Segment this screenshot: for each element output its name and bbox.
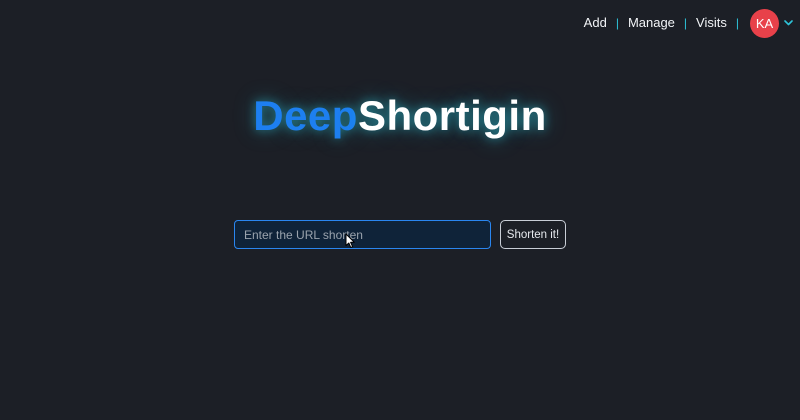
nav-separator: |	[615, 16, 619, 30]
shorten-button[interactable]: Shorten it!	[500, 220, 566, 249]
chevron-down-icon[interactable]	[783, 18, 793, 28]
top-nav: Add | Manage | Visits | KA	[584, 8, 793, 38]
user-avatar[interactable]: KA	[750, 8, 779, 38]
logo-part-shortigin: Shortigin	[357, 92, 547, 139]
page: Add | Manage | Visits | KA DeepShortigin…	[0, 0, 800, 420]
nav-link-manage[interactable]: Manage	[628, 9, 675, 37]
text-cursor-icon	[345, 233, 357, 249]
nav-link-visits[interactable]: Visits	[696, 9, 727, 37]
url-input[interactable]	[234, 220, 491, 249]
shorten-form: Shorten it!	[234, 220, 566, 249]
logo-part-deep: Deep	[253, 92, 358, 139]
app-logo: DeepShortigin	[0, 86, 800, 146]
nav-link-add[interactable]: Add	[584, 9, 607, 37]
nav-separator: |	[683, 16, 688, 30]
nav-separator: |	[735, 16, 739, 30]
avatar-initials: KA	[755, 15, 774, 31]
